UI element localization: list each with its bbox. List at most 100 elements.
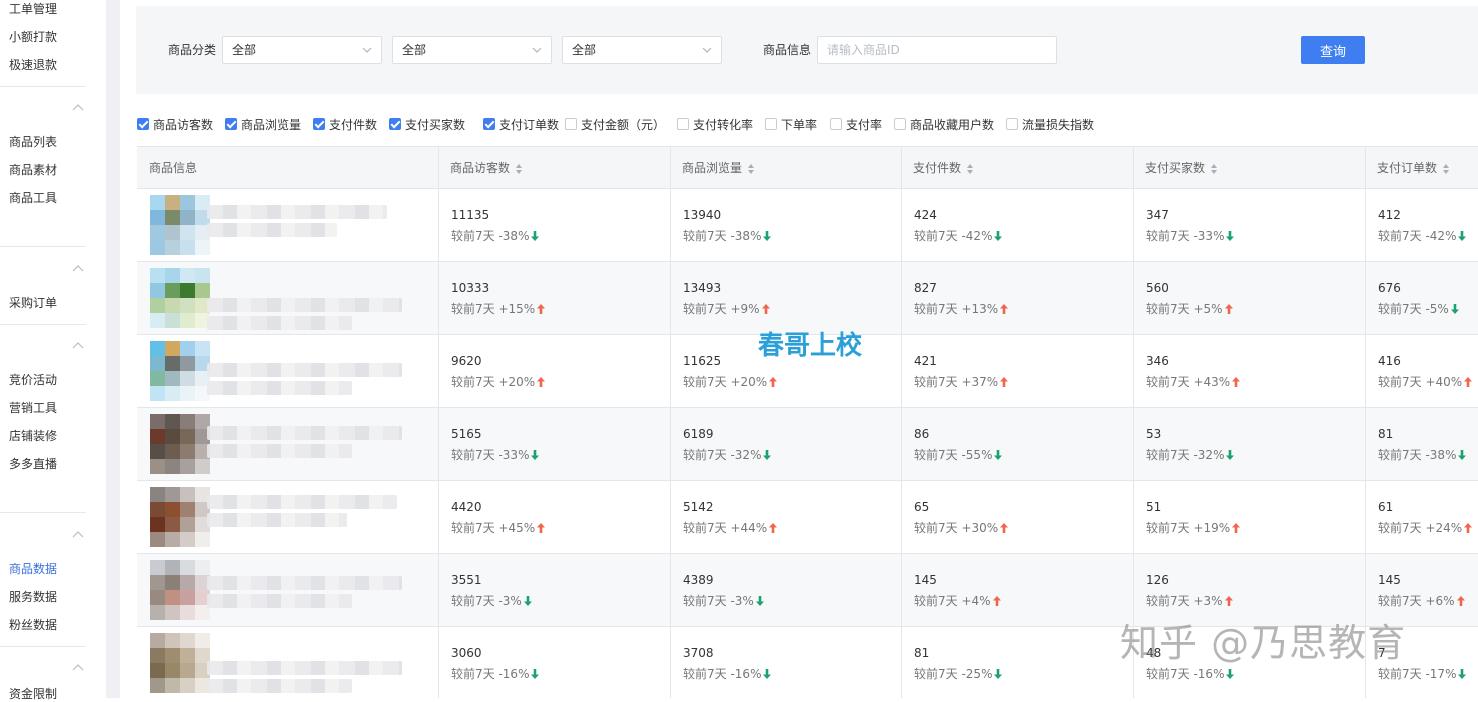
sidebar-item[interactable]: 服务数据 <box>9 588 57 605</box>
sidebar-separator <box>0 646 86 647</box>
metric-checkbox[interactable]: 商品浏览量 <box>225 116 301 132</box>
compare-percent: -55% <box>961 448 993 462</box>
compare-percent: -33% <box>498 448 530 462</box>
chevron-up-icon[interactable] <box>72 530 84 538</box>
sidebar-item[interactable]: 商品素材 <box>9 161 57 178</box>
metric-value: 126 <box>1146 573 1169 587</box>
product-info-cell <box>137 262 438 335</box>
category-select-3[interactable]: 全部 <box>562 36 722 64</box>
sidebar-item[interactable]: 采购订单 <box>9 294 57 311</box>
metric-checkbox[interactable]: 支付转化率 <box>677 116 753 132</box>
sort-icon[interactable] <box>1443 163 1450 174</box>
metric-value: 416 <box>1378 354 1401 368</box>
compare-prefix: 较前7天 <box>1378 229 1422 243</box>
category-select-1[interactable]: 全部 <box>222 36 382 64</box>
metric-cell: 81 较前7天 -38% <box>1365 408 1478 481</box>
table-row[interactable]: 5165 较前7天 -33% 6189 较前7天 -32% 86 较前7天 -55% 53 较… <box>137 408 1478 481</box>
column-header[interactable]: 支付件数 <box>901 147 1133 189</box>
column-header[interactable]: 支付买家数 <box>1133 147 1365 189</box>
corner-watermark: 知乎 @乃思教育 <box>1120 621 1407 665</box>
metric-cell: 3551 较前7天 -3% <box>438 554 670 627</box>
metric-value: 3060 <box>451 646 482 660</box>
compare-percent: -32% <box>730 448 762 462</box>
column-header[interactable]: 商品浏览量 <box>670 147 901 189</box>
column-header[interactable]: 商品访客数 <box>438 147 670 189</box>
metric-checkbox[interactable]: 支付率 <box>830 116 882 132</box>
metric-checkbox[interactable]: 支付件数 <box>313 116 377 132</box>
compare-percent: +15% <box>498 302 536 316</box>
sort-icon[interactable] <box>1211 163 1218 174</box>
metric-value: 61 <box>1378 500 1394 514</box>
metric-compare: 较前7天 +6% <box>1378 592 1465 609</box>
table-row[interactable]: 4420 较前7天 +45% 5142 较前7天 +44% 65 较前7天 +30% 51 较… <box>137 481 1478 554</box>
product-thumbnail[interactable] <box>150 633 210 693</box>
category-select-2[interactable]: 全部 <box>392 36 552 64</box>
sidebar-item[interactable]: 粉丝数据 <box>9 616 57 633</box>
sidebar-item[interactable]: 商品数据 <box>9 560 57 577</box>
filter-panel: 商品分类 全部 全部 全部 商品信息 查询 <box>136 6 1478 94</box>
chevron-up-icon[interactable] <box>72 341 84 349</box>
sidebar-item[interactable]: 小额打款 <box>9 28 57 45</box>
compare-percent: +20% <box>730 375 768 389</box>
sidebar-item[interactable]: 资金限制 <box>9 685 57 702</box>
arrow-up-icon <box>1000 304 1009 314</box>
sort-icon[interactable] <box>516 163 523 174</box>
chevron-up-icon[interactable] <box>72 663 84 671</box>
column-header[interactable]: 支付订单数 <box>1365 147 1478 189</box>
compare-percent: -5% <box>1425 302 1449 316</box>
sidebar-item[interactable]: 商品列表 <box>9 133 57 150</box>
sort-icon[interactable] <box>967 163 974 174</box>
product-thumbnail[interactable] <box>150 195 210 255</box>
sidebar-item[interactable]: 营销工具 <box>9 399 57 416</box>
sidebar-item[interactable]: 极速退款 <box>9 56 57 73</box>
sidebar-separator <box>0 86 86 87</box>
query-button[interactable]: 查询 <box>1301 36 1365 64</box>
product-title-blurred <box>207 444 352 458</box>
metric-compare: 较前7天 +43% <box>1146 373 1241 390</box>
product-title-blurred <box>207 576 402 590</box>
metric-checkbox[interactable]: 商品收藏用户数 <box>894 116 994 132</box>
compare-prefix: 较前7天 <box>451 448 495 462</box>
compare-percent: +3% <box>1193 594 1223 608</box>
metric-checkbox[interactable]: 流量损失指数 <box>1006 116 1094 132</box>
product-thumbnail[interactable] <box>150 414 210 474</box>
metric-checkbox-label: 支付买家数 <box>405 117 466 132</box>
chevron-up-icon[interactable] <box>72 103 84 111</box>
sidebar-item[interactable]: 竞价活动 <box>9 371 57 388</box>
product-thumbnail[interactable] <box>150 560 210 620</box>
metric-value: 3551 <box>451 573 482 587</box>
compare-percent: +20% <box>498 375 536 389</box>
column-header-label: 商品信息 <box>149 161 198 175</box>
metric-value: 676 <box>1378 281 1401 295</box>
column-header-label: 支付订单数 <box>1377 161 1438 175</box>
arrow-down-icon <box>994 450 1003 460</box>
arrow-down-icon <box>531 669 540 679</box>
table-row[interactable]: 11135 较前7天 -38% 13940 较前7天 -38% 424 较前7天 -42%… <box>137 189 1478 262</box>
metric-checkbox[interactable]: 商品访客数 <box>137 116 213 132</box>
metric-checkbox[interactable]: 下单率 <box>765 116 817 132</box>
arrow-up-icon <box>1464 523 1473 533</box>
metric-value: 5142 <box>683 500 714 514</box>
metric-checkbox[interactable]: 支付金额（元） <box>565 116 665 132</box>
metric-checkbox[interactable]: 支付买家数 <box>389 116 465 132</box>
arrow-up-icon <box>537 304 546 314</box>
sidebar-item[interactable]: 工单管理 <box>9 0 57 17</box>
arrow-up-icon <box>992 596 1001 606</box>
arrow-down-icon <box>1458 450 1467 460</box>
chevron-up-icon[interactable] <box>72 264 84 272</box>
metric-compare: 较前7天 +30% <box>914 519 1009 536</box>
metric-cell: 53 较前7天 -32% <box>1133 408 1365 481</box>
compare-percent: -16% <box>498 667 530 681</box>
product-title-blurred <box>207 298 402 312</box>
metric-value: 53 <box>1146 427 1162 441</box>
metric-checkbox[interactable]: 支付订单数 <box>483 116 559 132</box>
metric-value: 346 <box>1146 354 1169 368</box>
sidebar-item[interactable]: 店铺装修 <box>9 427 57 444</box>
product-thumbnail[interactable] <box>150 487 210 547</box>
product-thumbnail[interactable] <box>150 341 210 401</box>
sidebar-item[interactable]: 商品工具 <box>9 189 57 206</box>
product-thumbnail[interactable] <box>150 268 210 328</box>
sort-icon[interactable] <box>748 163 755 174</box>
sidebar-item[interactable]: 多多直播 <box>9 455 57 472</box>
product-id-input[interactable] <box>817 36 1057 64</box>
